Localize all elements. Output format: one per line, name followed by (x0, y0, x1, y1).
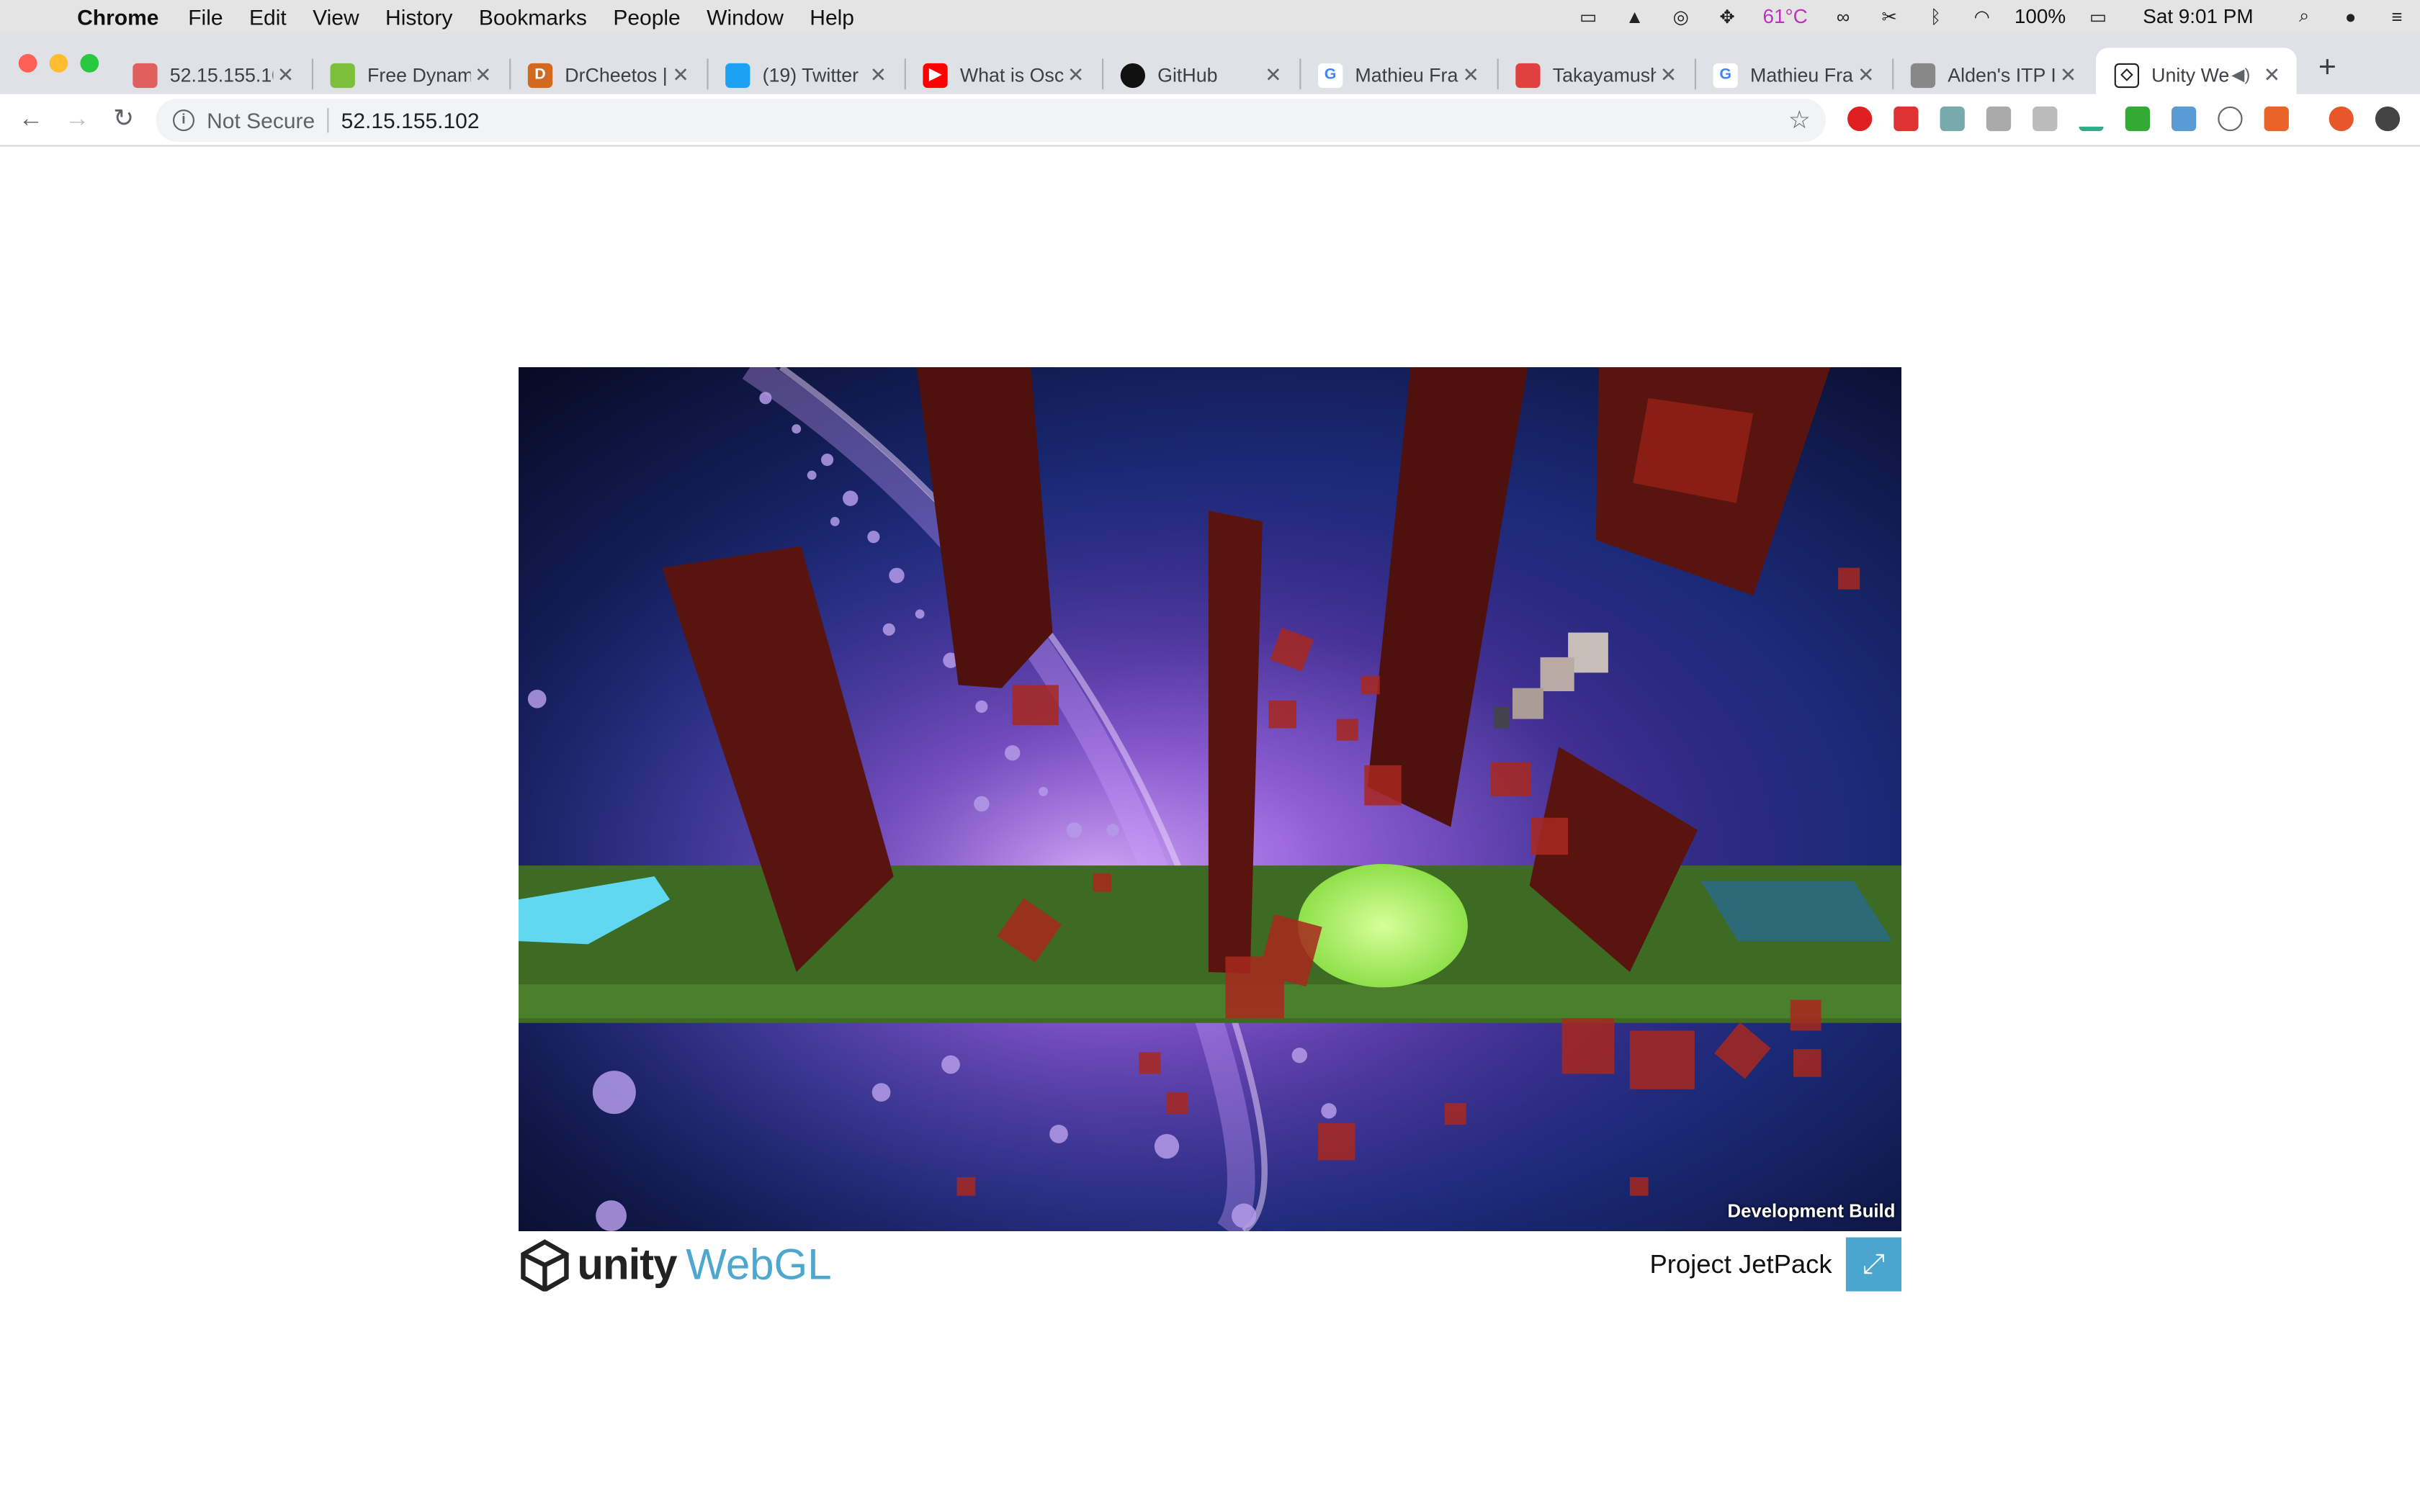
profile-avatar[interactable] (2329, 106, 2354, 132)
menubar-clock[interactable]: Sat 9:01 PM (2143, 4, 2253, 27)
url-text[interactable]: 52.15.155.102 (341, 108, 480, 132)
menu-app-name[interactable]: Chrome (77, 4, 158, 28)
unity-cube-icon (521, 1239, 569, 1292)
creative-cloud-icon[interactable]: ◎ (1667, 6, 1695, 27)
unity-game-canvas[interactable]: Development Build (519, 366, 1901, 1231)
extension-icon[interactable] (2079, 106, 2104, 132)
extension-icon[interactable] (2033, 106, 2058, 132)
audio-playing-icon[interactable]: ◀) (2231, 65, 2250, 85)
menu-help[interactable]: Help (810, 4, 854, 28)
tab-close-icon[interactable]: ✕ (1063, 63, 1088, 87)
unity-icon: ◇ (2114, 62, 2139, 88)
tab-title: (19) Twitter (762, 63, 859, 86)
extension-shield-icon[interactable] (1847, 106, 1873, 132)
tab-title: Takayamushi (1552, 63, 1657, 86)
tab-favicon-icon: D (527, 62, 553, 88)
tab-close-icon[interactable]: ✕ (1458, 63, 1483, 87)
tab-title: Mathieu Frap (1750, 63, 1854, 86)
tab-favicon-icon (330, 62, 355, 88)
browser-toolbar: ← → ↻ i Not Secure 52.15.155.102 ☆ (0, 94, 2420, 147)
tab-title: DrCheetos | (565, 63, 668, 86)
tab-favicon-icon (1910, 62, 1936, 88)
menu-window[interactable]: Window (707, 4, 784, 28)
reload-icon[interactable]: ↻ (108, 105, 139, 136)
adblock-icon[interactable] (1894, 106, 1919, 132)
update-icon[interactable] (2375, 106, 2401, 132)
tab-close-icon[interactable]: ✕ (866, 63, 890, 87)
development-build-label: Development Build (1727, 1200, 1896, 1223)
store-icon (1515, 62, 1541, 88)
youtube-icon: ▶ (923, 62, 948, 88)
wifi-icon[interactable]: ◠ (1968, 6, 1996, 27)
tab-title: Mathieu Frap (1355, 63, 1458, 86)
tab-close-icon[interactable]: ✕ (471, 63, 496, 87)
scissors-icon[interactable]: ✂ (1876, 6, 1904, 27)
menu-bookmarks[interactable]: Bookmarks (479, 4, 587, 28)
tab-favicon-icon (133, 62, 158, 88)
temperature-readout[interactable]: 61°C (1762, 4, 1807, 27)
sheets-extension-icon[interactable] (2125, 106, 2150, 132)
menu-edit[interactable]: Edit (249, 4, 287, 28)
github-icon (1120, 62, 1145, 88)
unity-webgl-footer: unity WebGL Project JetPack ⤢ (519, 1234, 1901, 1296)
game-scene (519, 366, 1901, 1231)
user-avatar-icon[interactable]: ● (2336, 6, 2365, 27)
window-close-button[interactable] (18, 54, 37, 73)
security-status-label[interactable]: Not Secure (207, 108, 315, 132)
menubar-status-area: ▭ ▲ ◎ ✥ 61°C ∞ ✂ ᛒ ◠ 100% ▭ Sat 9:01 PM … (1565, 0, 2420, 32)
twitter-icon (725, 62, 750, 88)
extension-icon[interactable] (1986, 106, 2012, 132)
dropbox-icon[interactable]: ✥ (1713, 6, 1742, 27)
google-icon: G (1713, 62, 1738, 88)
back-arrow-icon[interactable]: ← (15, 105, 46, 136)
google-icon: G (1318, 62, 1343, 88)
browser-tab-strip: 52.15.155.102 ✕ Free Dynamic ✕ D DrCheet… (0, 32, 2420, 102)
project-title: Project JetPack (1649, 1249, 1832, 1279)
creature-icon[interactable]: ▲ (1621, 6, 1649, 27)
tab-close-icon[interactable]: ✕ (2056, 63, 2080, 87)
battery-icon[interactable]: ▭ (2084, 6, 2112, 27)
cast-icon[interactable]: ▭ (1574, 6, 1603, 27)
tab-title: Alden's ITP I (1948, 63, 2056, 86)
forward-arrow-icon[interactable]: → (62, 105, 93, 136)
menu-view[interactable]: View (313, 4, 359, 28)
site-info-icon[interactable]: i (173, 109, 194, 132)
spotlight-search-icon[interactable]: ⌕ (2290, 4, 2318, 27)
battery-percent[interactable]: 100% (2015, 4, 2066, 27)
bookmark-star-icon[interactable]: ☆ (1788, 105, 1811, 136)
tab-title: What is Oscil (959, 63, 1064, 86)
tab-title: GitHub (1157, 63, 1218, 86)
glasses-icon[interactable]: ∞ (1829, 6, 1857, 27)
webgl-wordmark: WebGL (686, 1240, 832, 1289)
address-bar[interactable]: i Not Secure 52.15.155.102 ☆ (156, 99, 1827, 143)
tab-title: 52.15.155.102 (169, 63, 274, 86)
new-tab-button[interactable]: + (2312, 51, 2343, 86)
tab-close-icon[interactable]: ✕ (668, 63, 693, 87)
tab-close-icon[interactable]: ✕ (273, 63, 297, 87)
extension-icon[interactable] (1940, 106, 1965, 132)
unity-wordmark: unity (577, 1240, 677, 1289)
extension-off-icon[interactable] (2264, 106, 2289, 132)
tab-close-icon[interactable]: ✕ (1656, 63, 1680, 87)
tab-close-icon[interactable]: ✕ (2259, 63, 2284, 87)
extension-icon[interactable] (2172, 106, 2197, 132)
bluetooth-icon[interactable]: ᛒ (1922, 6, 1950, 27)
unity-webgl-logo: unity WebGL (519, 1238, 832, 1293)
notification-center-icon[interactable]: ≡ (2383, 6, 2411, 27)
window-zoom-button[interactable] (80, 54, 99, 73)
macos-menubar: Chrome File Edit View History Bookmarks … (0, 0, 2420, 32)
tab-title: Unity We (2151, 63, 2230, 86)
menu-people[interactable]: People (613, 4, 680, 28)
tab-close-icon[interactable]: ✕ (1261, 63, 1286, 87)
expand-icon: ⤢ (1862, 1248, 1885, 1279)
extension-icon[interactable] (2218, 106, 2243, 132)
tab-title: Free Dynamic (367, 63, 471, 86)
fullscreen-button[interactable]: ⤢ (1845, 1237, 1901, 1292)
window-minimize-button[interactable] (49, 54, 68, 73)
menu-file[interactable]: File (188, 4, 223, 28)
tab-close-icon[interactable]: ✕ (1854, 63, 1878, 87)
menu-history[interactable]: History (385, 4, 452, 28)
